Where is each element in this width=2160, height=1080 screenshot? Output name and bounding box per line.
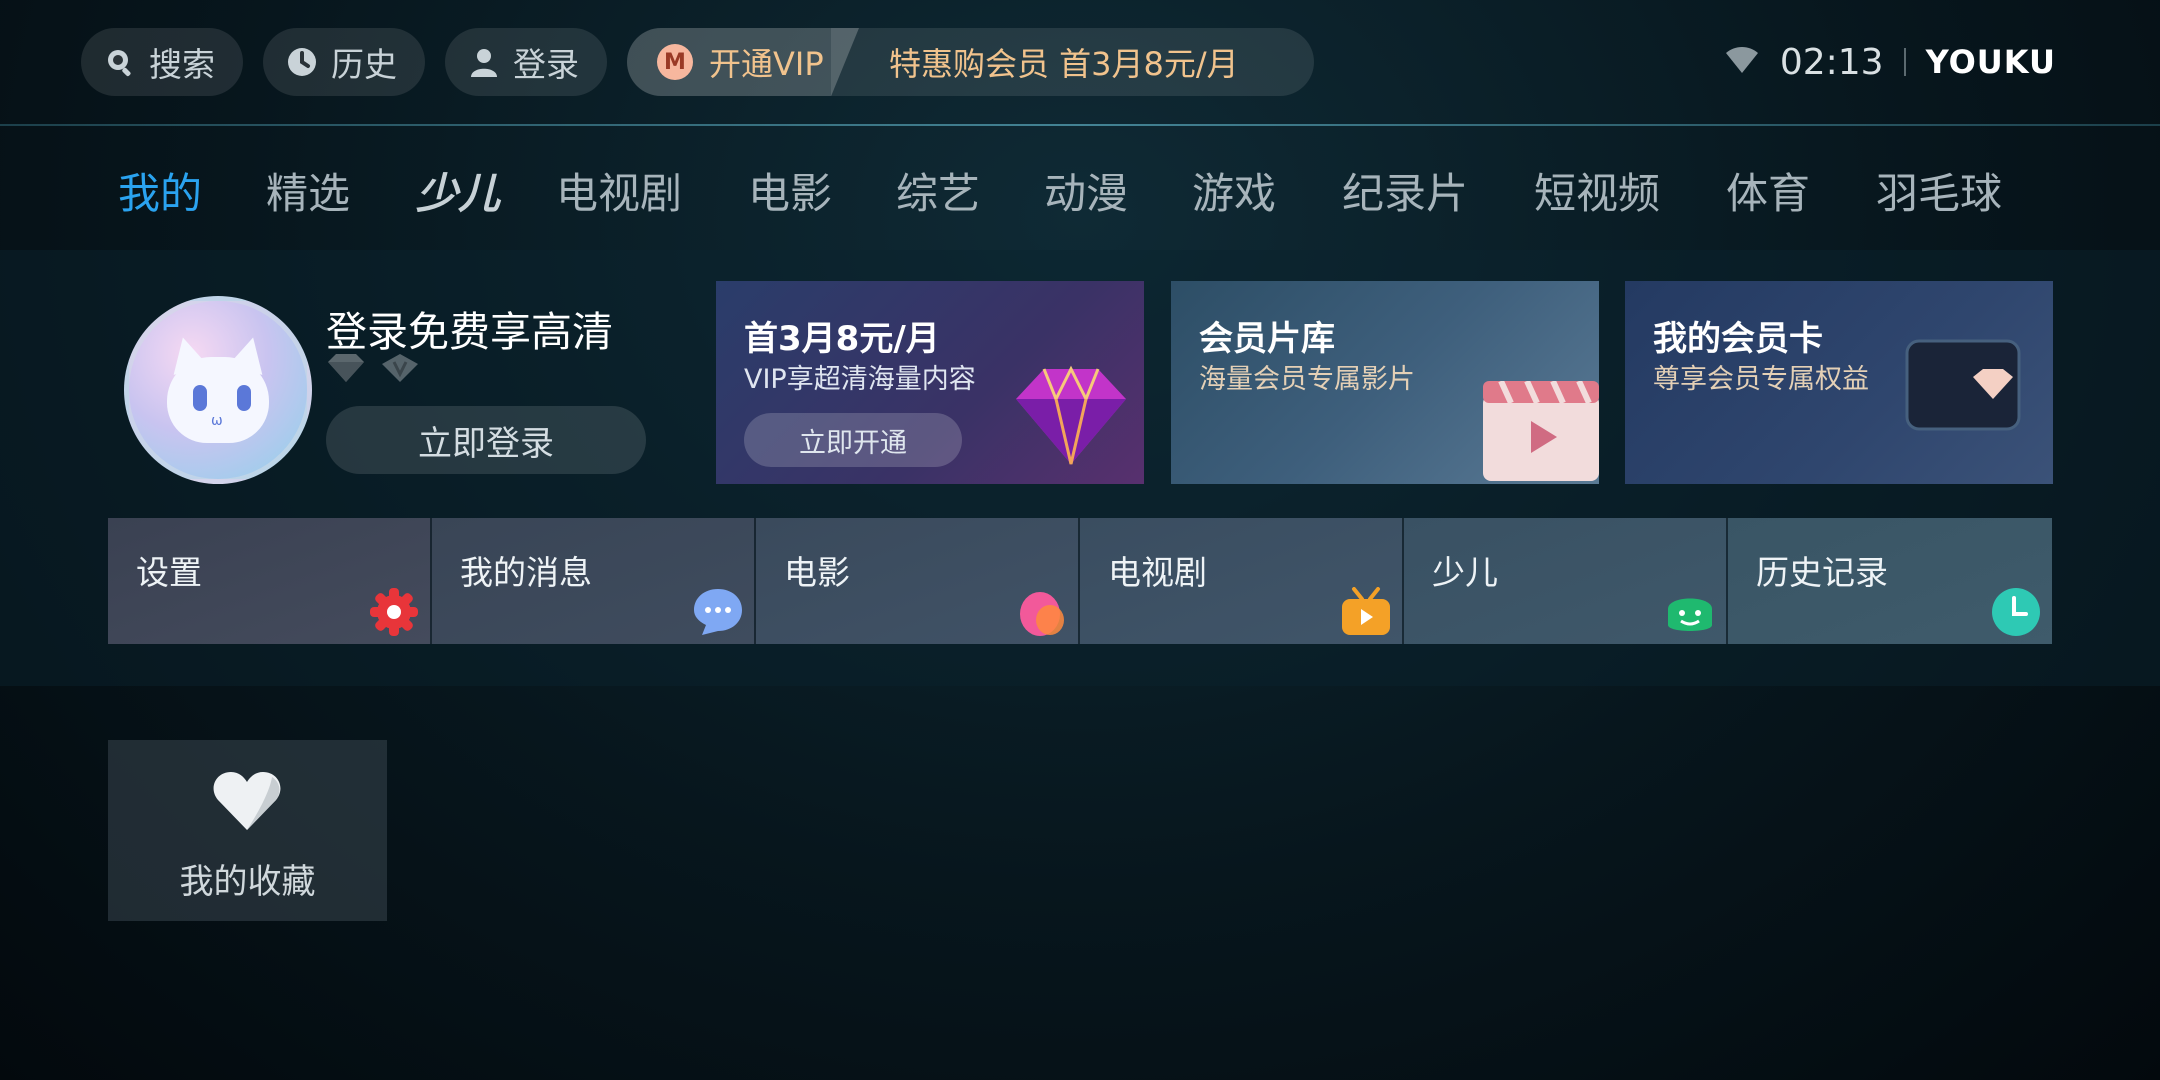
vip-open-label: 开通VIP: [709, 45, 824, 83]
card-subtitle: VIP享超清海量内容: [744, 364, 976, 395]
tab-featured[interactable]: 精选: [266, 160, 350, 221]
diamond-badge-icon: [328, 354, 364, 382]
tab-tv-series[interactable]: 电视剧: [556, 160, 682, 221]
clapperboard-icon: [1483, 381, 1599, 481]
tab-mine[interactable]: 我的: [118, 160, 202, 221]
search-label: 搜索: [149, 45, 215, 84]
shortcut-label: 历史记录: [1756, 553, 1888, 592]
clock-icon: [1988, 584, 2044, 640]
history-label: 历史: [331, 45, 397, 84]
shortcut-movies[interactable]: 电影: [756, 518, 1080, 644]
card-title: 首3月8元/月: [744, 319, 940, 359]
vip-promo-card[interactable]: 首3月8元/月 VIP享超清海量内容 立即开通: [716, 281, 1144, 484]
favorites-label: 我的收藏: [179, 862, 316, 902]
login-now-button[interactable]: 立即登录: [326, 406, 646, 474]
divider: [1903, 48, 1906, 76]
shortcut-tv-series[interactable]: 电视剧: [1080, 518, 1404, 644]
shortcut-settings[interactable]: 设置: [108, 518, 432, 644]
smiley-icon: [1662, 584, 1718, 640]
user-icon: [467, 45, 501, 79]
shortcut-history[interactable]: 历史记录: [1728, 518, 2052, 644]
heart-icon: [213, 772, 281, 830]
member-library-card[interactable]: 会员片库 海量会员专属影片: [1171, 281, 1599, 484]
gear-icon: [366, 584, 422, 640]
vip-offer[interactable]: 特惠购会员 首3月8元/月: [831, 28, 1314, 96]
movie-blob-icon: [1014, 584, 1070, 640]
card-subtitle: 尊享会员专属权益: [1653, 364, 1869, 395]
avatar[interactable]: ω: [124, 296, 312, 484]
avatar-cat-eye: [237, 385, 251, 411]
clock-icon: [285, 45, 319, 79]
chat-bubble-icon: [690, 584, 746, 640]
tab-games[interactable]: 游戏: [1192, 160, 1276, 221]
membership-badges: [326, 352, 420, 384]
tv-icon: [1338, 584, 1394, 640]
tab-movies[interactable]: 电影: [748, 160, 832, 221]
shortcut-label: 我的消息: [460, 553, 592, 592]
card-title: 我的会员卡: [1653, 319, 1823, 359]
tab-short-video[interactable]: 短视频: [1534, 160, 1660, 221]
tab-badminton[interactable]: 羽毛球: [1876, 160, 2002, 221]
tab-variety[interactable]: 综艺: [896, 160, 980, 221]
profile-title: 登录免费享高清: [326, 308, 613, 356]
card-subtitle: 海量会员专属影片: [1199, 364, 1415, 395]
history-button[interactable]: 历史: [263, 28, 425, 96]
clock: 02:13: [1779, 41, 1884, 83]
shortcut-label: 电影: [784, 553, 850, 592]
shortcut-row: 设置 我的消息 电影 电视剧 少儿 历史记录: [108, 518, 2052, 644]
vip-banner[interactable]: M 开通VIP 特惠购会员 首3月8元/月: [627, 28, 1314, 96]
card-title: 会员片库: [1199, 319, 1335, 359]
tab-documentary[interactable]: 纪录片: [1342, 160, 1468, 221]
shortcut-kids[interactable]: 少儿: [1404, 518, 1728, 644]
crown-badge-icon: [382, 354, 418, 382]
favorites-tile[interactable]: 我的收藏: [108, 740, 387, 921]
shortcut-label: 电视剧: [1108, 553, 1207, 592]
search-button[interactable]: 搜索: [81, 28, 243, 96]
tab-kids[interactable]: 少儿: [416, 160, 500, 221]
header-divider: [0, 124, 2160, 126]
brand-logo: YOUKU: [1925, 43, 2056, 81]
top-bar: 搜索 历史 登录 M 开通VIP 特惠购会员 首3月8元/月 02:13 YOU…: [0, 0, 2160, 125]
vip-open-button[interactable]: M 开通VIP: [627, 28, 859, 96]
avatar-cat-mouth: ω: [211, 413, 223, 429]
tab-anime[interactable]: 动漫: [1044, 160, 1128, 221]
vip-badge-icon: M: [657, 44, 693, 80]
diamond-icon: [1016, 365, 1126, 465]
shortcut-label: 设置: [136, 553, 202, 592]
tab-sports[interactable]: 体育: [1726, 160, 1810, 221]
login-button[interactable]: 登录: [445, 28, 607, 96]
status-area: 02:13 YOUKU: [1724, 30, 2056, 94]
avatar-cat-eye: [193, 385, 207, 411]
member-card-icon: [1905, 339, 2021, 431]
avatar-cat-face: [167, 357, 269, 443]
search-icon: [103, 45, 137, 79]
shortcut-messages[interactable]: 我的消息: [432, 518, 756, 644]
vip-offer-label: 特惠购会员 首3月8元/月: [889, 45, 1239, 83]
activate-now-button[interactable]: 立即开通: [744, 413, 962, 467]
shortcut-label: 少儿: [1432, 553, 1498, 592]
wifi-icon: [1724, 45, 1760, 79]
my-member-card[interactable]: 我的会员卡 尊享会员专属权益: [1625, 281, 2053, 484]
login-label: 登录: [513, 45, 579, 84]
